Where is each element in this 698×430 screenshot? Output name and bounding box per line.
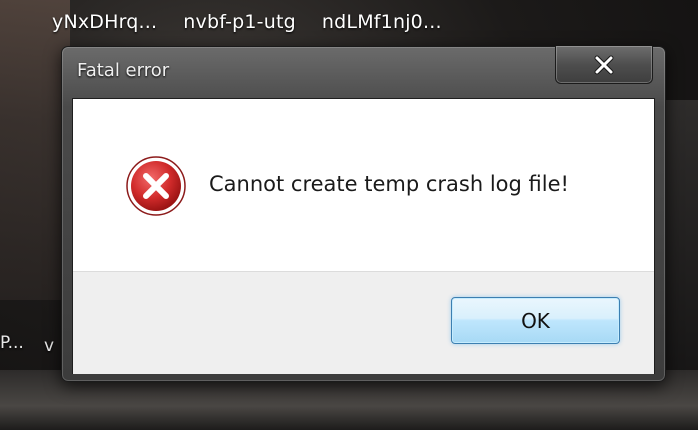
dialog-content: Cannot create temp crash log file! <box>73 99 654 271</box>
dialog-client-area: Cannot create temp crash log file! OK <box>72 98 655 374</box>
close-button[interactable] <box>555 46 653 84</box>
desktop-text-fragment: P... <box>0 333 24 353</box>
desktop-background-left <box>0 0 70 300</box>
dialog-title: Fatal error <box>77 60 170 81</box>
close-x-icon <box>593 55 615 75</box>
taskbar-item-3[interactable]: ndLMf1nj0... <box>322 11 442 33</box>
taskbar-item-2[interactable]: nvbf-p1-utg <box>183 11 296 33</box>
dialog-button-bar: OK <box>73 271 654 374</box>
ok-button[interactable]: OK <box>451 297 620 344</box>
error-message: Cannot create temp crash log file! <box>209 172 569 196</box>
error-circle-x-icon <box>125 155 187 217</box>
fatal-error-dialog: Fatal error Cannot create temp crash log… <box>61 46 666 382</box>
taskbar-item-1[interactable]: yNxDHrq... <box>52 11 157 33</box>
desktop-text-fragment: v <box>44 336 55 356</box>
taskbar: yNxDHrq... nvbf-p1-utg ndLMf1nj0... <box>52 5 442 39</box>
